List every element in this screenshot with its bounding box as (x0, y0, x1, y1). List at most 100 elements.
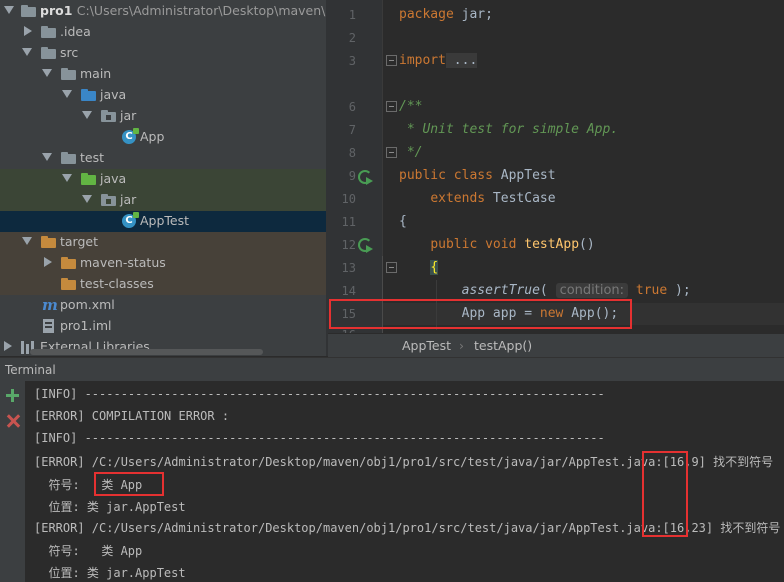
terminal-line: [INFO] ---------------------------------… (34, 387, 605, 401)
maven-icon: m (42, 296, 58, 314)
tree-item-label: java (100, 171, 127, 186)
tree-item-label: pom.xml (60, 297, 115, 312)
tree-item-main-java[interactable]: java (0, 85, 326, 106)
code-line-8: * Unit test for simple App. (399, 122, 619, 137)
source-folder-icon (81, 89, 96, 101)
tree-item-maven-status[interactable]: maven-status (0, 253, 326, 274)
tree-item-apptest[interactable]: C AppTest (0, 211, 326, 232)
module-file-icon (43, 319, 54, 333)
terminal-line: 位置: 类 jar.AppTest (34, 500, 186, 514)
line-number: 10 (341, 192, 356, 206)
chevron-down-icon[interactable] (22, 48, 32, 56)
terminal-header: Terminal (0, 357, 784, 382)
line-number: 2 (348, 31, 356, 45)
run-test-icon[interactable] (358, 170, 373, 185)
folder-icon (41, 26, 56, 38)
chevron-down-icon[interactable] (42, 153, 52, 161)
tree-item-label: pro1 C:\Users\Administrator\Desktop\mave… (40, 3, 326, 18)
test-source-folder-icon (81, 173, 96, 185)
class-icon: C (122, 128, 139, 144)
chevron-down-icon[interactable] (62, 90, 72, 98)
chevron-down-icon[interactable] (42, 69, 52, 77)
tree-item-label: test-classes (80, 276, 154, 291)
symbol-highlight-box (94, 472, 164, 496)
breadcrumb-separator-icon: › (459, 338, 464, 353)
tree-item-main-jar[interactable]: jar (0, 106, 326, 127)
chevron-down-icon[interactable] (82, 195, 92, 203)
fold-toggle-icon[interactable] (386, 147, 397, 158)
line-number: 1 (348, 8, 356, 22)
new-session-plus-icon[interactable] (6, 389, 19, 402)
terminal-line: [INFO] ---------------------------------… (34, 431, 605, 445)
tree-item-test-java[interactable]: java (0, 169, 326, 190)
package-icon (101, 110, 116, 122)
chevron-down-icon[interactable] (62, 174, 72, 182)
tree-item-pro1[interactable]: pro1 C:\Users\Administrator\Desktop\mave… (0, 1, 326, 22)
code-line-9: */ (399, 145, 423, 160)
excluded-folder-icon (61, 257, 76, 269)
tree-item-src[interactable]: src (0, 43, 326, 64)
tree-item-app[interactable]: C App (0, 127, 326, 148)
tree-item-iml[interactable]: pro1.iml (0, 316, 326, 337)
tree-item-label: jar (120, 108, 137, 123)
class-icon: C (122, 212, 139, 228)
code-line-3: import ... (399, 53, 478, 68)
terminal-line: 位置: 类 jar.AppTest (34, 566, 186, 580)
code-line-14: { (430, 260, 439, 275)
parameter-hint: condition: (555, 283, 629, 298)
code-line-13: public void testApp() (430, 237, 595, 252)
tree-item-pom[interactable]: m pom.xml (0, 295, 326, 316)
fold-toggle-icon[interactable] (386, 262, 397, 273)
tree-item-label: target (60, 234, 99, 249)
tree-item-label: test (80, 150, 105, 165)
line-number: 6 (348, 100, 356, 114)
fold-toggle-icon[interactable] (386, 55, 397, 66)
close-session-icon[interactable] (6, 414, 20, 428)
line-number: 8 (348, 146, 356, 160)
chevron-right-icon[interactable] (24, 26, 32, 36)
excluded-folder-icon (41, 236, 56, 248)
code-line-11: extends TestCase (430, 191, 556, 206)
folder-icon (21, 5, 36, 17)
terminal-title: Terminal (5, 363, 56, 377)
breadcrumb-item-method[interactable]: testApp() (474, 338, 532, 353)
line-number: 9 (348, 169, 356, 183)
chevron-down-icon[interactable] (4, 6, 14, 14)
tree-item-test-classes[interactable]: test-classes (0, 274, 326, 295)
horizontal-scrollbar[interactable] (30, 349, 263, 355)
folder-icon (61, 68, 76, 80)
tree-item-idea[interactable]: .idea (0, 22, 326, 43)
tree-item-label: src (60, 45, 79, 60)
code-line-1: package jar; (399, 7, 493, 22)
tree-item-label: java (100, 87, 127, 102)
line-number: 14 (341, 284, 356, 298)
code-line-7: /** (399, 99, 423, 114)
chevron-down-icon[interactable] (82, 111, 92, 119)
package-icon (101, 194, 116, 206)
line-number: 11 (341, 215, 356, 229)
line-number: 7 (348, 123, 356, 137)
tree-item-label: main (80, 66, 112, 81)
code-line-10: public class AppTest (399, 168, 556, 183)
code-line-15: assertTrue( condition: true ); (461, 283, 691, 298)
run-test-icon[interactable] (358, 238, 373, 253)
line-number: 3 (348, 54, 356, 68)
code-editor[interactable]: 1 2 3 6 7 8 9 10 11 12 13 14 15 16 packa… (328, 0, 784, 333)
project-tool-window: pro1 C:\Users\Administrator\Desktop\mave… (0, 0, 326, 356)
fold-toggle-icon[interactable] (386, 101, 397, 112)
line-number: 13 (341, 261, 356, 275)
chevron-right-icon[interactable] (4, 341, 12, 351)
error-highlight-box (329, 299, 632, 329)
terminal-line: [ERROR] COMPILATION ERROR : (34, 409, 230, 423)
tree-item-test-jar[interactable]: jar (0, 190, 326, 211)
terminal-line: 符号: 类 App (34, 544, 143, 558)
tree-item-label: AppTest (140, 213, 190, 228)
tree-item-main[interactable]: main (0, 64, 326, 85)
error-position-highlight-box (642, 451, 688, 537)
chevron-right-icon[interactable] (44, 257, 52, 267)
breadcrumb: AppTest › testApp() (328, 333, 784, 357)
chevron-down-icon[interactable] (22, 237, 32, 245)
tree-item-test[interactable]: test (0, 148, 326, 169)
tree-item-target[interactable]: target (0, 232, 326, 253)
breadcrumb-item-class[interactable]: AppTest (402, 338, 451, 353)
